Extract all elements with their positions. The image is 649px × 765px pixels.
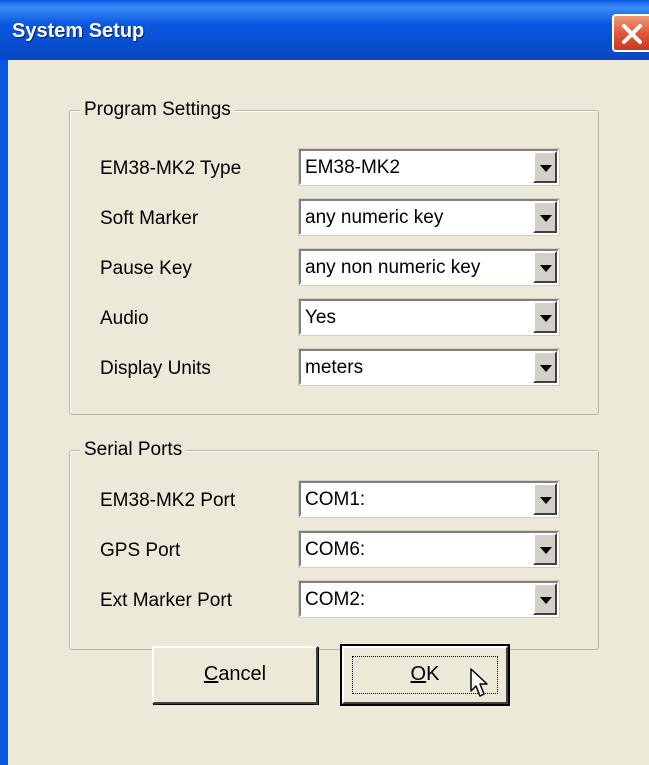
ok-button-label: OK bbox=[411, 663, 440, 685]
chevron-down-icon bbox=[540, 547, 552, 554]
display-units-value: meters bbox=[305, 357, 364, 378]
display-units-dropdown-button[interactable] bbox=[533, 351, 557, 383]
em38-type-value: EM38-MK2 bbox=[305, 157, 401, 178]
ok-label-rest: K bbox=[426, 663, 440, 685]
close-icon bbox=[622, 24, 642, 44]
em38-port-dropdown-button[interactable] bbox=[533, 483, 557, 515]
cancel-mnemonic: C bbox=[203, 663, 219, 685]
ext-marker-port-select[interactable]: COM2: bbox=[298, 580, 560, 618]
chevron-down-icon bbox=[540, 365, 552, 372]
em38-port-value: COM1: bbox=[305, 489, 366, 510]
system-setup-dialog: System Setup Program Settings EM38-MK2 T… bbox=[0, 0, 649, 765]
chevron-down-icon bbox=[540, 497, 552, 504]
close-button[interactable] bbox=[612, 14, 649, 52]
pause-key-label: Pause Key bbox=[100, 258, 192, 279]
pause-key-dropdown-button[interactable] bbox=[533, 251, 557, 283]
audio-dropdown-button[interactable] bbox=[533, 301, 557, 333]
chevron-down-icon bbox=[540, 315, 552, 322]
display-units-label: Display Units bbox=[100, 358, 211, 379]
program-settings-label: Program Settings bbox=[80, 99, 235, 121]
pause-key-value: any non numeric key bbox=[305, 257, 481, 278]
audio-label: Audio bbox=[100, 308, 149, 329]
ext-marker-port-dropdown-button[interactable] bbox=[533, 583, 557, 615]
em38-port-label: EM38-MK2 Port bbox=[100, 490, 236, 511]
chevron-down-icon bbox=[540, 215, 552, 222]
em38-type-label: EM38-MK2 Type bbox=[100, 158, 242, 179]
gps-port-value: COM6: bbox=[305, 539, 366, 560]
title-bar[interactable]: System Setup bbox=[0, 0, 649, 60]
soft-marker-dropdown-button[interactable] bbox=[533, 201, 557, 233]
program-settings-group: Program Settings EM38-MK2 Type EM38-MK2 … bbox=[69, 99, 599, 415]
window-title: System Setup bbox=[12, 20, 145, 42]
chevron-down-icon bbox=[540, 265, 552, 272]
ext-marker-port-value: COM2: bbox=[305, 589, 366, 610]
cancel-button-label: Cancel bbox=[204, 663, 266, 685]
audio-select[interactable]: Yes bbox=[298, 298, 560, 336]
gps-port-select[interactable]: COM6: bbox=[298, 530, 560, 568]
serial-ports-label: Serial Ports bbox=[80, 439, 187, 461]
em38-type-select[interactable]: EM38-MK2 bbox=[298, 148, 560, 186]
dialog-client-area: Program Settings EM38-MK2 Type EM38-MK2 … bbox=[8, 60, 649, 765]
pause-key-select[interactable]: any non numeric key bbox=[298, 248, 560, 286]
cancel-button[interactable]: Cancel bbox=[152, 646, 318, 704]
ext-marker-port-label: Ext Marker Port bbox=[100, 590, 232, 611]
chevron-down-icon bbox=[540, 597, 552, 604]
gps-port-label: GPS Port bbox=[100, 540, 181, 561]
display-units-select[interactable]: meters bbox=[298, 348, 560, 386]
window-frame-left bbox=[0, 60, 8, 765]
cancel-label-rest: ancel bbox=[218, 663, 267, 685]
soft-marker-label: Soft Marker bbox=[100, 208, 199, 229]
soft-marker-value: any numeric key bbox=[305, 207, 444, 228]
ok-mnemonic: O bbox=[410, 663, 427, 685]
serial-ports-group: Serial Ports EM38-MK2 Port COM1: GPS Por… bbox=[69, 439, 599, 650]
soft-marker-select[interactable]: any numeric key bbox=[298, 198, 560, 236]
gps-port-dropdown-button[interactable] bbox=[533, 533, 557, 565]
em38-type-dropdown-button[interactable] bbox=[533, 151, 557, 183]
audio-value: Yes bbox=[305, 307, 336, 328]
chevron-down-icon bbox=[540, 165, 552, 172]
em38-port-select[interactable]: COM1: bbox=[298, 480, 560, 518]
mouse-pointer-icon bbox=[470, 668, 488, 697]
